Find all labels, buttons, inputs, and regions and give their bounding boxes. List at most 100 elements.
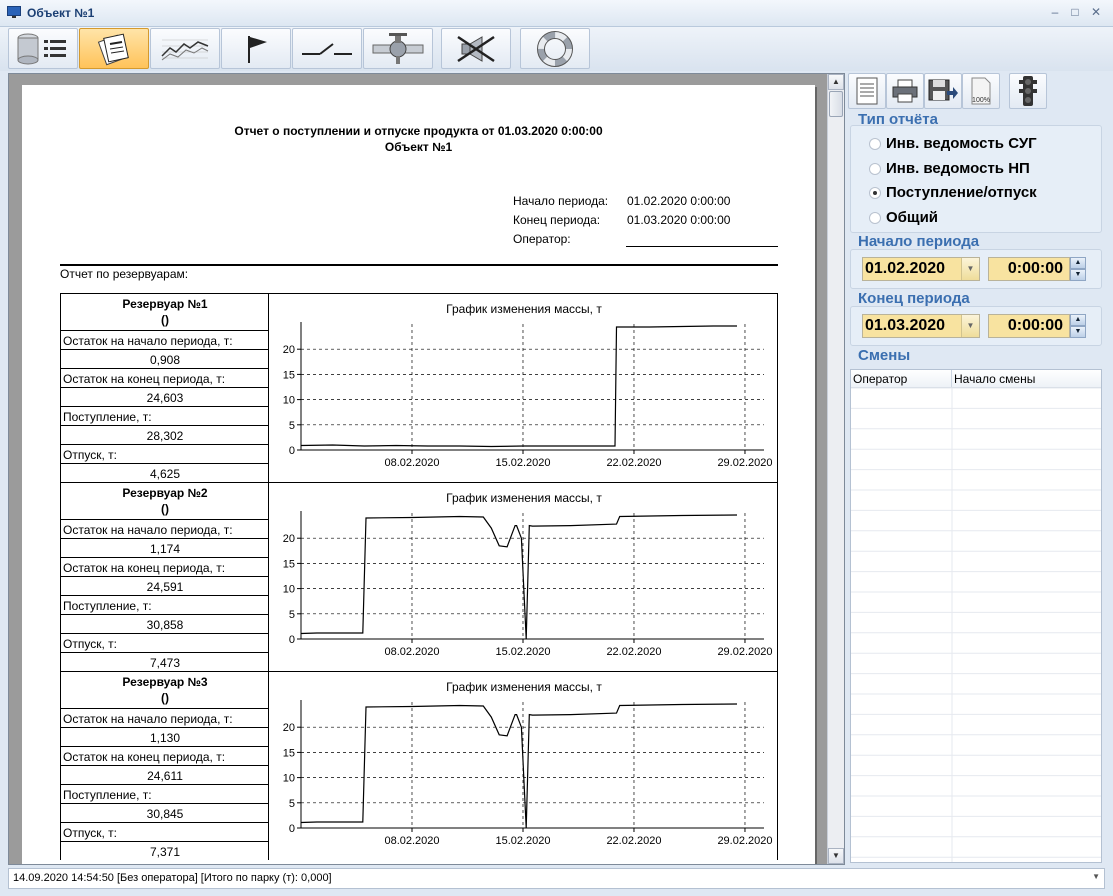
mass-chart-cell: График изменения массы, т 0 5 10 15 20 08.02.2… [268, 482, 778, 671]
chevron-down-icon[interactable]: ▼ [961, 258, 979, 280]
y-tick-label: 20 [283, 722, 295, 734]
spin-down-icon[interactable]: ▼ [1070, 269, 1086, 281]
end-rest-label: Остаток на конец периода, т: [63, 372, 226, 386]
row-divider [61, 330, 269, 331]
close-icon[interactable]: ✕ [1088, 4, 1104, 20]
report-vertical-scrollbar[interactable]: ▲ ▼ [827, 74, 844, 864]
export-icon [928, 79, 958, 101]
radio-indicator[interactable] [869, 187, 881, 199]
app-monitor-icon [7, 6, 21, 18]
row-divider [61, 746, 269, 747]
valve-button[interactable] [363, 28, 433, 69]
row-divider [61, 557, 269, 558]
scroll-down-icon[interactable]: ▼ [828, 848, 844, 864]
outcome-label: Отпуск, т: [63, 448, 117, 462]
income-label: Поступление, т: [63, 410, 152, 424]
start-rest-value: 1,130 [149, 731, 181, 745]
x-tick-label: 08.02.2020 [384, 457, 439, 469]
page-setup-button[interactable] [848, 73, 886, 109]
tank-subtitle: () [161, 313, 169, 327]
report-title: Отчет о поступлении и отпуске продукта о… [234, 124, 603, 138]
x-tick-label: 08.02.2020 [384, 835, 439, 847]
spin-down-icon[interactable]: ▼ [1070, 326, 1086, 338]
window-title: Объект №1 [27, 6, 95, 20]
print-button[interactable] [886, 73, 924, 109]
outcome-value: 7,371 [149, 845, 181, 859]
export-button[interactable] [924, 73, 962, 109]
zoom-100-button[interactable]: 100% [962, 73, 1000, 109]
start-rest-label: Остаток на начало периода, т: [63, 712, 233, 726]
row-divider [61, 803, 269, 804]
main-toolbar [0, 27, 1113, 71]
help-button[interactable] [520, 28, 590, 69]
tank-name: Резервуар №1 [122, 297, 208, 311]
switch-button[interactable] [292, 28, 362, 69]
mass-chart: 0 5 10 15 20 08.02.2020 15.02.2020 22.02.2020 29… [283, 511, 773, 658]
tanks-list-icon [17, 33, 66, 64]
shifts-title: Смены [858, 347, 911, 364]
right-panel: 100% Тип отчёта Инв. ведомость СУГ Инв. в… [846, 73, 1113, 865]
end-time-spinner[interactable]: ▲ ▼ [1070, 314, 1086, 338]
radio-indicator[interactable] [869, 162, 881, 175]
income-value: 28,302 [146, 429, 184, 443]
trend-chart-icon [161, 39, 209, 60]
report-type-label: Общий [886, 208, 939, 226]
spin-up-icon[interactable]: ▲ [1070, 314, 1086, 326]
tank-block: Резервуар №3 () Остаток на начало периода,… [60, 671, 778, 860]
end-time-field[interactable]: 0:00:00 [988, 314, 1070, 338]
tank-block: Резервуар №2 () Остаток на начало периода,… [60, 482, 778, 671]
spin-up-icon[interactable]: ▲ [1070, 257, 1086, 269]
x-tick-label: 29.02.2020 [717, 646, 772, 658]
y-tick-label: 0 [289, 634, 295, 646]
tanks-list-button[interactable] [8, 28, 78, 69]
radio-indicator[interactable] [869, 211, 881, 224]
row-divider [61, 444, 269, 445]
mute-alarm-icon [457, 35, 495, 62]
row-divider [61, 727, 269, 728]
trend-button[interactable] [150, 28, 220, 69]
y-tick-label: 0 [289, 823, 295, 835]
row-divider [61, 463, 269, 464]
y-tick-label: 15 [283, 747, 295, 759]
period-start-value: 01.02.2020 0:00:00 [627, 194, 731, 208]
report-button[interactable] [79, 28, 149, 69]
report-type-label: Инв. ведомость СУГ [886, 135, 1037, 152]
start-date-picker[interactable]: 01.02.2020 ▼ [862, 257, 980, 281]
minimize-icon[interactable]: – [1047, 4, 1063, 20]
start-time-field[interactable]: 0:00:00 [988, 257, 1070, 281]
start-time-spinner[interactable]: ▲ ▼ [1070, 257, 1086, 281]
outcome-value: 4,625 [149, 467, 181, 481]
mute-alarm-button[interactable] [441, 28, 511, 69]
report-type-label: Инв. ведомость НП [886, 159, 1030, 177]
period-start-label: Начало периода: [513, 194, 609, 208]
status-bar: 14.09.2020 14:54:50 [Без оператора] [Ито… [8, 868, 1105, 889]
shifts-table[interactable]: Оператор Начало смены [850, 369, 1102, 863]
flag-button[interactable] [221, 28, 291, 69]
income-label: Поступление, т: [63, 788, 152, 802]
period-end-title: Конец периода [858, 290, 970, 307]
maximize-icon[interactable]: □ [1067, 4, 1083, 20]
mass-chart: 0 5 10 15 20 08.02.2020 15.02.2020 22.02.2020 29… [283, 700, 773, 847]
row-divider [61, 765, 269, 766]
page-setup-icon [856, 77, 878, 105]
start-rest-value: 0,908 [149, 353, 181, 367]
end-date-value: 01.03.2020 [865, 317, 946, 334]
radio-indicator[interactable] [869, 138, 881, 150]
row-divider [61, 595, 269, 596]
y-tick-label: 5 [289, 609, 295, 621]
report-viewer[interactable]: Отчет о поступлении и отпуске продукта о… [8, 73, 845, 865]
end-rest-value: 24,591 [146, 580, 184, 594]
y-tick-label: 20 [283, 533, 295, 545]
end-date-picker[interactable]: 01.03.2020 ▼ [862, 314, 980, 338]
tank-name: Резервуар №2 [122, 486, 208, 500]
income-value: 30,845 [146, 807, 184, 821]
report-page: Отчет о поступлении и отпуске продукта о… [22, 85, 815, 864]
zoom-100-icon: 100% [971, 77, 991, 105]
chevron-down-icon[interactable]: ▼ [1092, 872, 1100, 881]
print-icon [892, 79, 918, 103]
scroll-up-icon[interactable]: ▲ [828, 74, 844, 90]
traffic-light-button[interactable] [1009, 73, 1047, 109]
y-tick-label: 20 [283, 344, 295, 356]
chevron-down-icon[interactable]: ▼ [961, 315, 979, 337]
scroll-thumb[interactable] [829, 91, 843, 117]
